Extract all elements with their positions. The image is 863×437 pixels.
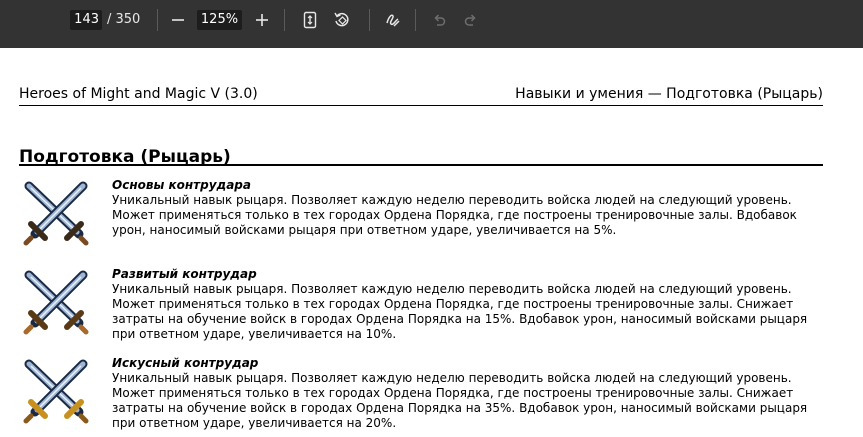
skill-description: Уникальный навык рыцаря. Позволяет кажду…	[112, 193, 797, 237]
crossed-swords-icon	[19, 267, 99, 339]
skill-entry: Искусный контрудар Уникальный навык рыца…	[19, 356, 823, 436]
pdf-toolbar: 143 / 350 125%	[0, 0, 863, 48]
header-rule	[19, 105, 823, 106]
page-fit-icon[interactable]	[299, 9, 321, 31]
draw-icon[interactable]	[382, 9, 404, 31]
toolbar-divider	[369, 9, 370, 31]
crossed-swords-icon	[19, 356, 99, 428]
running-header-right: Навыки и умения — Подготовка (Рыцарь)	[515, 86, 823, 102]
skill-entry: Развитый контрудар Уникальный навык рыца…	[19, 267, 823, 351]
toolbar-divider	[284, 9, 285, 31]
page-number-input[interactable]: 143	[70, 10, 102, 30]
crossed-swords-icon	[19, 178, 99, 250]
running-header-left: Heroes of Might and Magic V (3.0)	[19, 86, 258, 102]
toolbar-divider	[415, 9, 416, 31]
document-page: Heroes of Might and Magic V (3.0) Навыки…	[0, 48, 863, 437]
skill-name: Основы контрудара	[112, 178, 251, 192]
page-total-label: / 350	[107, 12, 141, 27]
zoom-out-icon[interactable]	[167, 9, 189, 31]
undo-icon[interactable]	[428, 9, 450, 31]
skill-entry: Основы контрудара Уникальный навык рыцар…	[19, 178, 823, 256]
skill-description: Уникальный навык рыцаря. Позволяет кажду…	[112, 371, 808, 430]
skill-description: Уникальный навык рыцаря. Позволяет кажду…	[112, 282, 808, 341]
toolbar-divider	[157, 9, 158, 31]
section-rule	[19, 164, 823, 166]
redo-icon[interactable]	[460, 9, 482, 31]
zoom-level-input[interactable]: 125%	[197, 10, 242, 30]
skill-name: Искусный контрудар	[112, 356, 259, 370]
rotate-icon[interactable]	[331, 9, 353, 31]
zoom-in-icon[interactable]	[251, 9, 273, 31]
skill-name: Развитый контрудар	[112, 267, 257, 281]
